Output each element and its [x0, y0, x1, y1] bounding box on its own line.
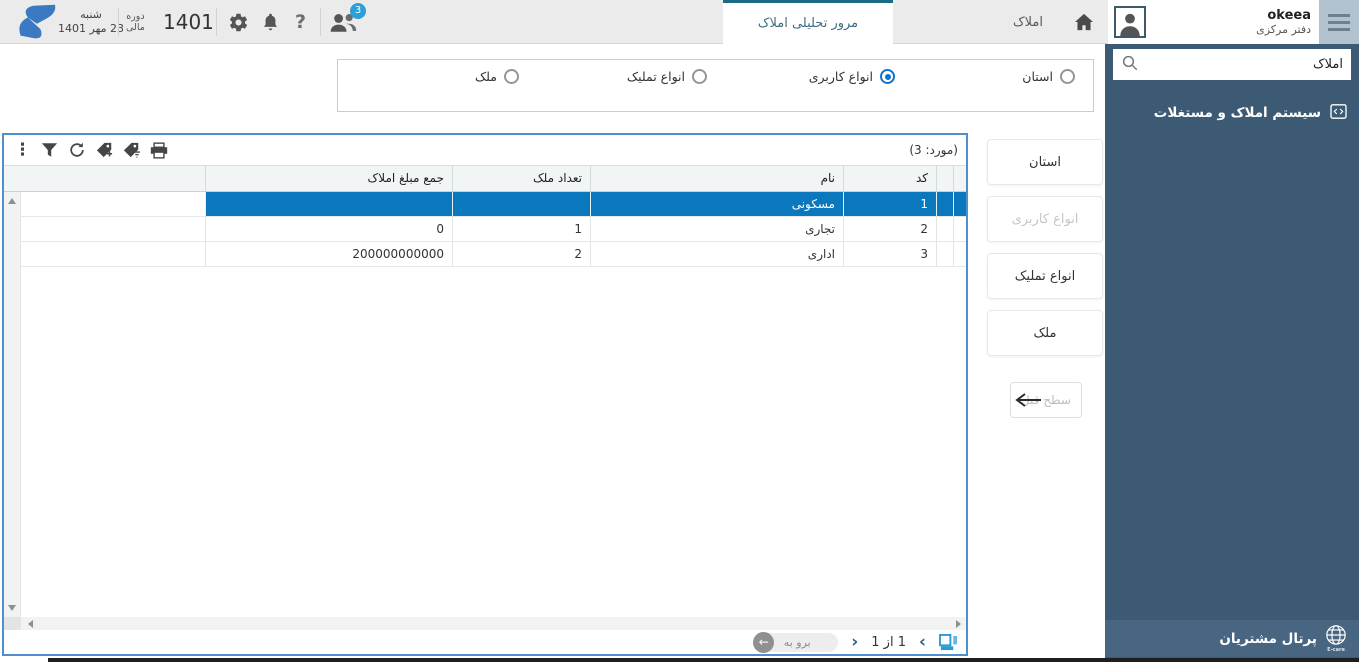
goto-arrow-icon: ←: [753, 631, 775, 653]
radio-circle: [692, 69, 707, 84]
col-name[interactable]: نام: [590, 166, 843, 191]
scroll-left-icon[interactable]: [28, 620, 33, 628]
divider: [118, 8, 119, 36]
tab-properties[interactable]: املاک: [988, 0, 1068, 44]
filter-icon[interactable]: [41, 142, 58, 158]
radio-property[interactable]: ملک: [475, 69, 519, 84]
sidebar-item-real-estate-system[interactable]: سیستم املاک و مستغلات: [1105, 98, 1359, 128]
tab-analytical-review[interactable]: مرور تحلیلی املاک: [723, 0, 893, 44]
tag-plus-icon[interactable]: [96, 142, 113, 158]
grid-toolbar: ⋮ (مورد: 3): [4, 135, 966, 165]
previous-level-button: سطح قبل: [1010, 382, 1082, 418]
level-button-province[interactable]: استان: [987, 139, 1103, 185]
hamburger-icon[interactable]: [1319, 0, 1359, 44]
user-office: دفتر مرکزی: [1256, 23, 1311, 36]
col-indicator: [936, 166, 953, 191]
grid-body: 1 مسکونی 2 تجاری 1 0 3 اداری 2 200000000…: [21, 192, 966, 267]
col-property-count[interactable]: تعداد ملک: [452, 166, 590, 191]
avatar: [1114, 6, 1146, 38]
customer-portal-link[interactable]: E-care پرتال مشتریان: [1105, 620, 1359, 657]
fiscal-period-label: دوره مالی: [126, 11, 145, 33]
divider: [320, 8, 321, 36]
radio-circle: [880, 69, 895, 84]
current-date: شنبه 23 مهر 1401: [58, 8, 124, 35]
radio-circle: [504, 69, 519, 84]
radio-province[interactable]: استان: [1022, 69, 1075, 84]
top-header: شنبه 23 مهر 1401 دوره مالی 1401 ? 3 مرور…: [0, 0, 1359, 44]
user-block[interactable]: okeea دفتر مرکزی: [1108, 0, 1319, 44]
scrollbar-corner: [4, 617, 21, 630]
globe-icon: E-care: [1325, 624, 1347, 653]
goto-page-button[interactable]: برو به ←: [753, 631, 839, 653]
prev-page-icon[interactable]: ‹: [851, 632, 858, 652]
page-info: 1 از 1: [871, 634, 906, 650]
gear-icon[interactable]: [228, 0, 249, 44]
search-value: املاک: [1313, 57, 1343, 72]
code-window-icon: [1330, 103, 1347, 123]
grid-header-row: کد نام تعداد ملک جمع مبلغ املاک: [4, 165, 966, 192]
tag-filter-icon[interactable]: [123, 142, 140, 158]
col-filler: [4, 166, 205, 191]
level-button-property[interactable]: ملک: [987, 310, 1103, 356]
results-panel: ⋮ (مورد: 3) کد نام تعداد ملک جمع مبلغ ام…: [2, 133, 968, 656]
scroll-down-icon[interactable]: [8, 605, 16, 611]
table-row[interactable]: 3 اداری 2 200000000000: [21, 242, 966, 267]
col-total-amount[interactable]: جمع مبلغ املاک: [205, 166, 452, 191]
report-level-radio-group: استان انواع کاربری انواع تملیک ملک: [337, 59, 1094, 112]
notifications-badge: 3: [350, 3, 366, 19]
logo[interactable]: [10, 0, 58, 44]
user-name: okeea: [1267, 8, 1311, 23]
search-input[interactable]: املاک: [1113, 49, 1351, 80]
level-button-usage-types: انواع کاربری: [987, 196, 1103, 242]
footer-label: پرتال مشتریان: [1219, 630, 1317, 647]
refresh-icon[interactable]: [68, 142, 86, 158]
bell-icon[interactable]: [261, 0, 280, 44]
kebab-menu-icon[interactable]: ⋮: [14, 140, 31, 160]
radio-usage-types[interactable]: انواع کاربری: [809, 69, 895, 84]
level-button-ownership-types[interactable]: انواع تملیک: [987, 253, 1103, 299]
home-icon[interactable]: [1066, 0, 1102, 44]
table-row[interactable]: 2 تجاری 1 0: [21, 217, 966, 242]
radio-ownership-types[interactable]: انواع تملیک: [627, 69, 707, 84]
search-icon: [1121, 54, 1139, 76]
record-count: (مورد: 3): [909, 143, 958, 157]
users-icon[interactable]: 3: [328, 0, 366, 44]
radio-circle: [1060, 69, 1075, 84]
scroll-up-icon[interactable]: [8, 198, 16, 204]
col-selector: [953, 166, 966, 191]
divider: [216, 8, 217, 36]
printer-icon[interactable]: [150, 141, 168, 159]
sidebar-item-label: سیستم املاک و مستغلات: [1153, 105, 1321, 121]
sidebar: املاک سیستم املاک و مستغلات E-care پرتال…: [1105, 44, 1359, 662]
prev-level-arrow-icon: [1013, 392, 1043, 411]
table-row[interactable]: 1 مسکونی: [21, 192, 966, 217]
pager: › 1 از 1 ‹ برو به ←: [4, 630, 966, 654]
next-page-icon[interactable]: ›: [919, 632, 926, 652]
fiscal-year: 1401: [163, 10, 214, 34]
help-icon[interactable]: ?: [295, 0, 306, 44]
horizontal-scrollbar[interactable]: [4, 617, 966, 630]
vertical-scrollbar[interactable]: [4, 192, 21, 617]
bottom-edge: [48, 658, 1359, 662]
layout-toggle-icon[interactable]: [939, 633, 958, 651]
scroll-right-icon[interactable]: [956, 620, 961, 628]
col-code[interactable]: کد: [843, 166, 936, 191]
